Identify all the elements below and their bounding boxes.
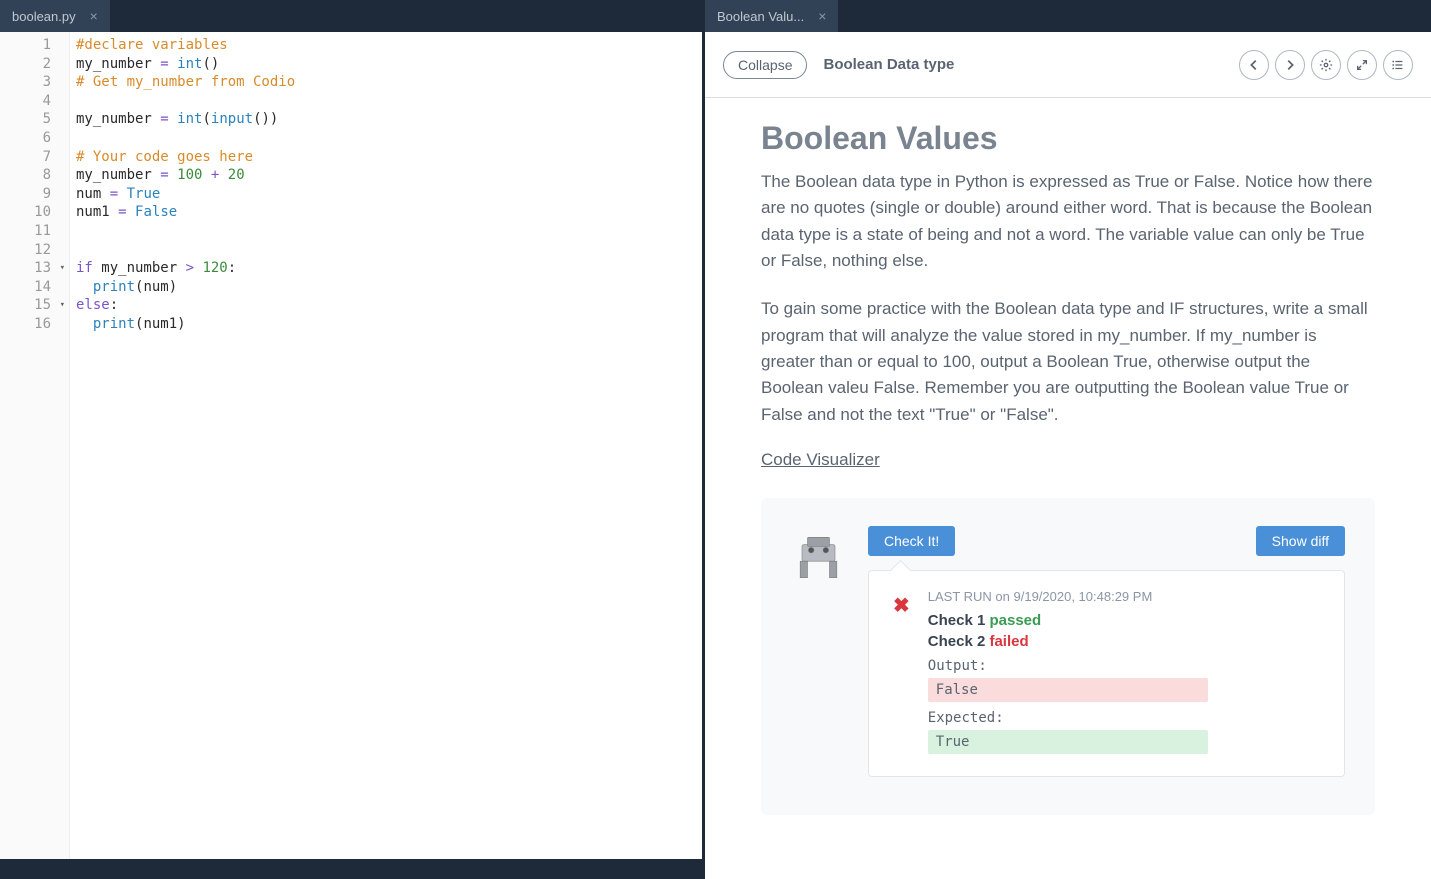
result-body: Check It! Show diff ✖ LAST RUN on 9/19/2… [868,526,1345,777]
settings-button[interactable] [1311,50,1341,80]
guide-tab[interactable]: Boolean Valu... × [705,0,838,32]
next-page-button[interactable] [1275,50,1305,80]
show-diff-button[interactable]: Show diff [1256,526,1345,556]
line-number: 13▾ [0,259,69,278]
code-line[interactable]: # Get my_number from Codio [76,73,702,92]
line-number: 15▾ [0,296,69,315]
code-line[interactable]: my_number = int(input()) [76,110,702,129]
code-visualizer-link[interactable]: Code Visualizer [761,450,880,469]
editor-footer [0,859,702,879]
code-editor[interactable]: 12345678910111213▾1415▾16 #declare varia… [0,32,702,859]
fail-x-icon: ✖ [893,593,910,754]
expand-button[interactable] [1347,50,1377,80]
status-failed: failed [989,633,1028,650]
line-number: 12 [0,241,69,260]
check-label: Check 1 [928,612,990,629]
close-icon[interactable]: × [818,8,826,24]
code-line[interactable] [76,92,702,111]
guide-content: Boolean Values The Boolean data type in … [705,98,1431,879]
toc-button[interactable] [1383,50,1413,80]
line-number: 11 [0,222,69,241]
chevron-right-icon [1283,58,1297,72]
output-value: False [928,678,1208,702]
line-number: 9 [0,185,69,204]
code-area[interactable]: #declare variablesmy_number = int()# Get… [70,32,702,859]
line-number: 5 [0,110,69,129]
code-line[interactable]: num = True [76,185,702,204]
line-number: 6 [0,129,69,148]
code-line[interactable]: print(num1) [76,315,702,334]
guide-toolbar-right [1239,50,1413,80]
tab-label: boolean.py [12,9,76,24]
output-label: Output: [928,658,1320,674]
chevron-left-icon [1247,58,1261,72]
robot-icon [791,530,846,585]
guide-panel: Boolean Valu... × Collapse Boolean Data … [705,0,1431,879]
line-number: 8 [0,166,69,185]
paragraph: The Boolean data type in Python is expre… [761,169,1375,274]
check-label: Check 2 [928,633,990,650]
line-number: 7 [0,148,69,167]
editor-panel: boolean.py × 12345678910111213▾1415▾16 #… [0,0,705,879]
check-1-line: Check 1 passed [928,612,1320,629]
check-2-line: Check 2 failed [928,633,1320,650]
code-line[interactable] [76,241,702,260]
code-line[interactable] [76,222,702,241]
close-icon[interactable]: × [90,8,98,24]
code-line[interactable]: num1 = False [76,203,702,222]
guide-tab-bar: Boolean Valu... × [705,0,1431,32]
line-number: 14 [0,278,69,297]
line-number: 1 [0,36,69,55]
code-line[interactable]: # Your code goes here [76,148,702,167]
fold-marker-icon[interactable]: ▾ [60,259,65,278]
code-line[interactable]: print(num) [76,278,702,297]
editor-tab[interactable]: boolean.py × [0,0,110,32]
result-buttons: Check It! Show diff [868,526,1345,556]
editor-tab-bar: boolean.py × [0,0,702,32]
code-line[interactable] [76,129,702,148]
paragraph: To gain some practice with the Boolean d… [761,296,1375,428]
fold-marker-icon[interactable]: ▾ [60,296,65,315]
check-it-button[interactable]: Check It! [868,526,955,556]
code-line[interactable]: my_number = int() [76,55,702,74]
expand-icon [1355,58,1369,72]
code-line[interactable]: if my_number > 120: [76,259,702,278]
code-line[interactable]: else: [76,296,702,315]
result-card: Check It! Show diff ✖ LAST RUN on 9/19/2… [761,498,1375,815]
list-icon [1391,58,1405,72]
status-passed: passed [989,612,1041,629]
result-details: LAST RUN on 9/19/2020, 10:48:29 PM Check… [928,589,1320,754]
line-number: 16 [0,315,69,334]
code-line[interactable]: my_number = 100 + 20 [76,166,702,185]
line-gutter: 12345678910111213▾1415▾16 [0,32,70,859]
page-title: Boolean Values [761,120,1375,157]
prev-page-button[interactable] [1239,50,1269,80]
line-number: 2 [0,55,69,74]
guide-toolbar: Collapse Boolean Data type [705,32,1431,98]
line-number: 3 [0,73,69,92]
collapse-button[interactable]: Collapse [723,51,807,79]
tab-label: Boolean Valu... [717,9,804,24]
line-number: 4 [0,92,69,111]
guide-breadcrumb: Boolean Data type [823,56,954,73]
line-number: 10 [0,203,69,222]
last-run-text: LAST RUN on 9/19/2020, 10:48:29 PM [928,589,1320,604]
grader-icon [791,530,846,585]
expected-value: True [928,730,1208,754]
expected-label: Expected: [928,710,1320,726]
code-line[interactable]: #declare variables [76,36,702,55]
gear-icon [1319,58,1333,72]
result-details-box: ✖ LAST RUN on 9/19/2020, 10:48:29 PM Che… [868,570,1345,777]
